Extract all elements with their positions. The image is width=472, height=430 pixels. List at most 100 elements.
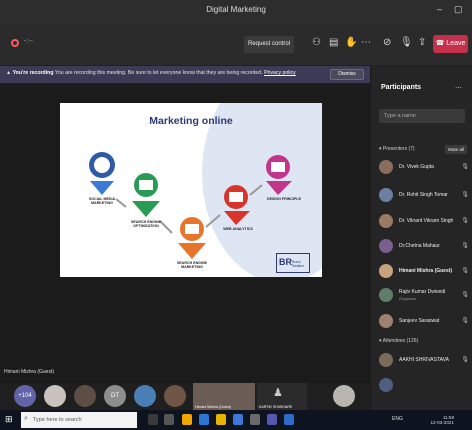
participant-avatar[interactable] [134, 385, 156, 407]
participant-name: AAKHI SHRIVASTAVA [399, 357, 449, 363]
clock-date: 12-03-2021 [430, 420, 455, 425]
avatar [379, 353, 393, 367]
mic-off-icon: 🎙 [461, 164, 469, 170]
participant-avatar[interactable] [74, 385, 96, 407]
participant-row[interactable]: Dr. Vikrant Vikram Singh 🎙 [379, 212, 471, 234]
mic-off-icon: 🎙 [461, 243, 469, 249]
store-icon[interactable] [233, 414, 243, 425]
connector-4 [249, 184, 263, 196]
minimize-icon[interactable]: – [437, 4, 442, 14]
language-indicator[interactable]: ENG [392, 416, 403, 422]
participant-search-input[interactable]: Type a name [379, 109, 465, 123]
design-principle-chevron [266, 181, 292, 195]
mic-on-icon: 🎙 [461, 268, 469, 274]
avatar [379, 160, 393, 174]
participants-icon[interactable]: ⚇ [312, 37, 321, 48]
taskbar-search-input[interactable]: Type here to search [21, 412, 137, 428]
participant-avatar[interactable] [333, 385, 355, 407]
participant-name: Himani Mishra (Guest) [399, 268, 453, 274]
file-explorer-icon[interactable] [216, 414, 226, 425]
window-title: Digital Marketing [206, 5, 266, 14]
seo-chevron [132, 201, 160, 217]
recording-banner: ▲ You're recording You are recording thi… [0, 66, 370, 83]
participant-row[interactable]: Dr.Chetna Mahaur 🎙 [379, 237, 471, 259]
teams-window: Digital Marketing – ▢ -:-- Request contr… [0, 0, 472, 430]
sem-icon-inner [185, 224, 199, 234]
sem-chevron [178, 243, 206, 259]
logo-text: Brand Radiator [292, 260, 305, 268]
connector-3 [205, 214, 221, 228]
meeting-toolbar: -:-- Request control ⚇ ▤ ✋ ⋯ ⊘ 🎙 ⇪ ☎ Lea… [0, 22, 472, 66]
participant-video-tile[interactable]: ♟ KARTIK SHIWHARE [257, 383, 307, 410]
meeting-timer: -:-- [24, 38, 33, 45]
participant-avatar[interactable] [44, 385, 66, 407]
participant-row[interactable]: Dr. Rohit Singh Tomar 🎙 [379, 186, 471, 208]
video-tile-name: KARTIK SHIWHARE [259, 405, 293, 409]
participant-row[interactable] [379, 376, 471, 398]
participant-initials-avatar[interactable]: DT [104, 385, 126, 407]
participant-avatar[interactable] [164, 385, 186, 407]
warning-icon: ▲ [6, 70, 12, 76]
system-clock[interactable]: 11:59 12-03-2021 [431, 415, 455, 425]
design-principle-icon-inner [271, 162, 285, 172]
search-icon: ⌕ [24, 415, 28, 422]
chrome-icon[interactable] [182, 414, 192, 425]
participant-role: Organizer [399, 296, 417, 301]
leave-button[interactable]: ☎ Leave [433, 35, 468, 53]
web-analytics-icon-inner [229, 192, 243, 202]
mic-off-icon: 🎙 [461, 292, 469, 298]
word-icon[interactable] [284, 414, 294, 425]
more-options-icon[interactable]: ⋯ [361, 37, 371, 48]
presenters-section-text: Presenters (7) [382, 146, 415, 152]
recording-icon [11, 39, 19, 47]
participant-name: Dr. Vikrant Vikram Singh [399, 218, 454, 224]
dismiss-button[interactable]: Dismiss [330, 69, 364, 80]
slide-label-social-media: SOCIAL MEDIA MARKETING [88, 197, 116, 206]
avatar [379, 214, 393, 228]
slide-label-design-principle: DESIGN PRINCIPLE [267, 197, 301, 201]
overflow-participants-badge[interactable]: +104 [14, 385, 36, 407]
social-media-icon-inner [94, 157, 110, 173]
presenter-name-label: Himani Mishra (Guest) [4, 369, 55, 375]
participant-video-tile[interactable]: Himani Mishra (Guest) [193, 383, 255, 410]
teams-icon[interactable] [267, 414, 277, 425]
raise-hand-icon[interactable]: ✋ [345, 37, 357, 48]
panel-more-icon[interactable]: ⋯ [455, 84, 462, 92]
presentation-slide: Marketing online SOCIAL MEDIA MARKETING … [60, 103, 322, 277]
cortana-icon[interactable] [148, 414, 158, 425]
mail-icon[interactable] [250, 414, 260, 425]
participant-row[interactable]: Himani Mishra (Guest) 🎙 [379, 262, 471, 284]
participant-row[interactable]: Sanjeev Saraswat 🎙 [379, 312, 471, 334]
microphone-icon[interactable]: 🎙 [400, 37, 413, 48]
person-silhouette-icon: ♟ [273, 387, 283, 399]
avatar [379, 314, 393, 328]
social-media-chevron [90, 181, 114, 195]
video-tile-name: Himani Mishra (Guest) [195, 405, 231, 409]
request-control-button[interactable]: Request control [244, 36, 294, 53]
slide-label-seo: SEARCH ENGINE OPTIMIZATION [131, 220, 161, 229]
participant-row[interactable]: Dr. Vivek Gupta 🎙 [379, 158, 471, 180]
chat-icon[interactable]: ▤ [329, 37, 338, 48]
attendees-section-label[interactable]: ▾ Attendees (126) [379, 338, 418, 344]
participants-title: Participants [381, 84, 422, 91]
mute-all-button[interactable]: Mute all [445, 145, 467, 154]
avatar [379, 288, 393, 302]
presenters-section-label[interactable]: ▾ Presenters (7) [379, 146, 415, 152]
windows-taskbar: ⊞ Type here to search ⌕ ENG 11:59 12-03-… [0, 410, 472, 430]
task-view-icon[interactable] [164, 414, 174, 425]
camera-off-icon[interactable]: ⊘ [383, 37, 391, 48]
participant-row[interactable]: AAKHI SHRIVASTAVA 🎙 [379, 351, 471, 373]
seo-icon-inner [139, 180, 153, 190]
windows-start-icon[interactable]: ⊞ [5, 414, 13, 425]
participant-row[interactable]: Rajiv Kumar Dwivedi Organizer 🎙 [379, 286, 471, 308]
logo-mark: BR [279, 257, 292, 267]
attendees-section-text: Attendees (126) [382, 338, 419, 344]
participant-name: Dr. Rohit Singh Tomar [399, 192, 448, 198]
privacy-policy-link[interactable]: Privacy policy [264, 70, 296, 76]
edge-icon[interactable] [199, 414, 209, 425]
share-screen-icon[interactable]: ⇪ [418, 37, 426, 48]
participant-name: Dr.Chetna Mahaur [399, 243, 440, 249]
maximize-icon[interactable]: ▢ [454, 4, 463, 15]
participant-name: Rajiv Kumar Dwivedi [399, 289, 446, 295]
video-gallery-strip: +104 DT Himani Mishra (Guest) ♟ KARTIK S… [0, 383, 370, 410]
